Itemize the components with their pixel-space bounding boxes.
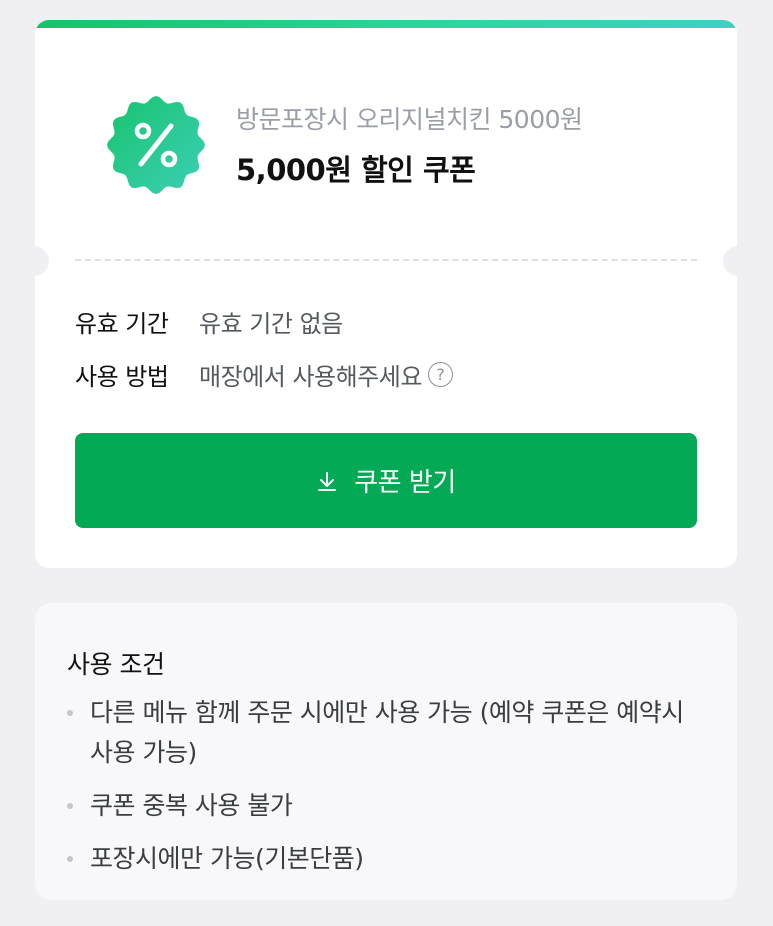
help-icon[interactable]: ? — [427, 362, 453, 387]
conditions-title: 사용 조건 — [67, 650, 165, 679]
usage-label: 사용 방법 — [75, 363, 169, 391]
condition-item: 포장시에만 가능(기본단품) — [67, 839, 707, 879]
condition-item: 다른 메뉴 함께 주문 시에만 사용 가능 (예약 쿠폰은 예약시 사용 가능) — [67, 693, 707, 773]
coupon-subtitle: 방문포장시 오리지널치킨 5000원 — [236, 105, 583, 134]
dashed-divider — [75, 259, 697, 261]
validity-value: 유효 기간 없음 — [199, 310, 343, 338]
condition-item: 쿠폰 중복 사용 불가 — [67, 786, 707, 826]
percent-badge-icon — [105, 94, 207, 196]
validity-row: 유효 기간 유효 기간 없음 — [75, 304, 343, 339]
usage-value: 매장에서 사용해주세요 — [199, 363, 422, 391]
download-button-label: 쿠폰 받기 — [354, 468, 456, 498]
conditions-list: 다른 메뉴 함께 주문 시에만 사용 가능 (예약 쿠폰은 예약시 사용 가능)… — [67, 693, 707, 892]
download-coupon-button[interactable]: 쿠폰 받기 — [75, 433, 697, 528]
ticket-notch-right — [723, 246, 737, 276]
coupon-card: 방문포장시 오리지널치킨 5000원 5,000원 할인 쿠폰 유효 기간 유효… — [35, 20, 737, 568]
usage-row: 사용 방법 매장에서 사용해주세요 ? — [75, 357, 453, 392]
validity-label: 유효 기간 — [75, 310, 169, 338]
download-icon — [316, 470, 338, 492]
conditions-card: 사용 조건 다른 메뉴 함께 주문 시에만 사용 가능 (예약 쿠폰은 예약시 … — [35, 603, 737, 900]
coupon-accent-bar — [35, 20, 737, 28]
coupon-title: 5,000원 할인 쿠폰 — [236, 153, 476, 187]
ticket-notch-left — [35, 246, 49, 276]
